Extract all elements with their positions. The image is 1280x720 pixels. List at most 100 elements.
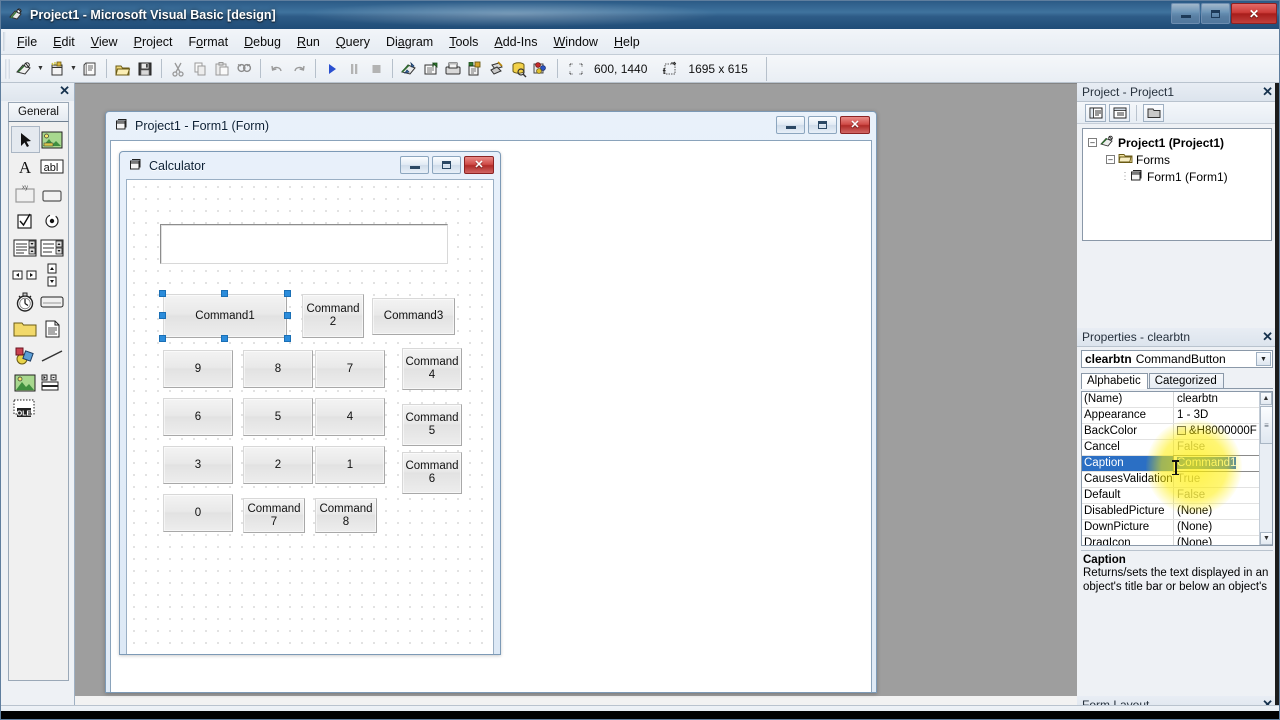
command-button[interactable]: 3 bbox=[163, 446, 233, 484]
properties-scrollbar[interactable]: ▲ ≡ ▼ bbox=[1259, 392, 1272, 545]
tree-node-form1[interactable]: ⋮ Form1 (Form1) bbox=[1086, 168, 1268, 185]
command-button[interactable]: 1 bbox=[315, 446, 385, 484]
project-explorer-icon[interactable] bbox=[398, 58, 420, 80]
open-project-icon[interactable] bbox=[112, 58, 134, 80]
menu-file[interactable]: File bbox=[9, 32, 45, 52]
timer-icon[interactable] bbox=[12, 289, 39, 314]
command-button[interactable]: 2 bbox=[243, 446, 313, 484]
menu-debug[interactable]: Debug bbox=[236, 32, 289, 52]
property-value[interactable]: True bbox=[1174, 472, 1259, 487]
menu-view[interactable]: View bbox=[83, 32, 126, 52]
designer-minimize-button[interactable] bbox=[776, 116, 805, 134]
designer-maximize-button[interactable] bbox=[808, 116, 837, 134]
selection-handle[interactable] bbox=[159, 312, 166, 319]
property-row[interactable]: DragIcon (None) bbox=[1082, 536, 1259, 545]
optionbutton-icon[interactable] bbox=[39, 208, 66, 233]
tab-categorized[interactable]: Categorized bbox=[1148, 373, 1224, 388]
command-button[interactable]: Command 6 bbox=[402, 452, 462, 494]
redo-icon[interactable] bbox=[288, 58, 310, 80]
properties-grid[interactable]: (Name) clearbtn Appearance 1 - 3D BackColor &… bbox=[1081, 391, 1273, 546]
close-icon[interactable]: ✕ bbox=[1262, 329, 1273, 344]
end-icon[interactable] bbox=[365, 58, 387, 80]
menu-project[interactable]: Project bbox=[126, 32, 181, 52]
add-form-dropdown-icon[interactable]: ▼ bbox=[68, 65, 79, 72]
property-row[interactable]: DownPicture (None) bbox=[1082, 520, 1259, 536]
command-button[interactable]: Command 2 bbox=[302, 294, 364, 338]
caret-up-icon[interactable]: ▲ bbox=[1260, 392, 1272, 405]
property-row[interactable]: BackColor &H8000000F bbox=[1082, 424, 1259, 440]
property-row[interactable]: Default False bbox=[1082, 488, 1259, 504]
close-icon[interactable]: ✕ bbox=[1262, 84, 1273, 99]
start-icon[interactable] bbox=[321, 58, 343, 80]
copy-icon[interactable] bbox=[189, 58, 211, 80]
selection-handle[interactable] bbox=[221, 290, 228, 297]
selection-handle[interactable] bbox=[159, 290, 166, 297]
commandbutton-icon[interactable] bbox=[39, 181, 66, 206]
vscrollbar-icon[interactable] bbox=[39, 262, 66, 287]
calculator-maximize-button[interactable] bbox=[432, 156, 461, 174]
property-value[interactable]: False bbox=[1174, 440, 1259, 455]
combobox-icon[interactable] bbox=[12, 235, 39, 260]
menu-format[interactable]: Format bbox=[181, 32, 237, 52]
tree-node-project[interactable]: – Project1 (Project1) bbox=[1086, 134, 1268, 151]
selection-handle[interactable] bbox=[284, 335, 291, 342]
caret-down-icon[interactable]: ▼ bbox=[1260, 532, 1272, 545]
command-button[interactable]: 5 bbox=[243, 398, 313, 436]
property-row[interactable]: Appearance 1 - 3D bbox=[1082, 408, 1259, 424]
cut-icon[interactable] bbox=[167, 58, 189, 80]
calculator-form-window[interactable]: Calculator ✕ Command1 Command 2 Command3 9 8… bbox=[119, 151, 501, 655]
command-button[interactable]: Command3 bbox=[372, 298, 455, 335]
add-project-dropdown-icon[interactable]: ▼ bbox=[35, 65, 46, 72]
property-value[interactable]: &H8000000F bbox=[1174, 424, 1259, 439]
property-row[interactable]: Caption Command1 bbox=[1082, 455, 1260, 472]
menu-edit[interactable]: Edit bbox=[45, 32, 83, 52]
filelistbox-icon[interactable] bbox=[39, 316, 66, 341]
project-tree[interactable]: – Project1 (Project1) – Forms ⋮ Form1 (F… bbox=[1082, 128, 1272, 241]
command-button[interactable]: Command 5 bbox=[402, 404, 462, 446]
command-button[interactable]: Command 4 bbox=[402, 348, 462, 390]
menu-tools[interactable]: Tools bbox=[441, 32, 486, 52]
line-icon[interactable] bbox=[39, 343, 66, 368]
image-icon[interactable] bbox=[12, 370, 39, 395]
menu-diagram[interactable]: Diagram bbox=[378, 32, 441, 52]
command-button[interactable]: 6 bbox=[163, 398, 233, 436]
object-selector-combo[interactable]: clearbtn CommandButton ▼ bbox=[1081, 350, 1273, 368]
find-icon[interactable] bbox=[233, 58, 255, 80]
toolbox-tab-general[interactable]: General bbox=[8, 102, 69, 121]
property-value[interactable]: (None) bbox=[1174, 504, 1259, 519]
property-row[interactable]: (Name) clearbtn bbox=[1082, 392, 1259, 408]
display-textbox[interactable] bbox=[160, 224, 448, 264]
save-project-icon[interactable] bbox=[134, 58, 156, 80]
property-value[interactable]: (None) bbox=[1174, 520, 1259, 535]
shape-icon[interactable] bbox=[12, 343, 39, 368]
command-button[interactable]: Command1 bbox=[163, 294, 287, 338]
menu-run[interactable]: Run bbox=[289, 32, 328, 52]
component-manager-icon[interactable] bbox=[530, 58, 552, 80]
selection-handle[interactable] bbox=[284, 312, 291, 319]
chevron-down-icon[interactable]: ▼ bbox=[1256, 352, 1271, 366]
listbox-icon[interactable] bbox=[39, 235, 66, 260]
break-icon[interactable] bbox=[343, 58, 365, 80]
property-row[interactable]: CausesValidation True bbox=[1082, 472, 1259, 488]
pointer-icon[interactable] bbox=[11, 126, 40, 153]
expander-icon[interactable]: – bbox=[1106, 155, 1115, 164]
tree-node-forms[interactable]: – Forms bbox=[1086, 151, 1268, 168]
command-button[interactable]: Command 7 bbox=[243, 498, 305, 533]
command-button[interactable]: 4 bbox=[315, 398, 385, 436]
window-minimize-button[interactable] bbox=[1171, 3, 1200, 24]
command-button[interactable]: 0 bbox=[163, 494, 233, 532]
add-form-icon[interactable] bbox=[46, 58, 68, 80]
menu-window[interactable]: Window bbox=[545, 32, 605, 52]
window-maximize-button[interactable] bbox=[1201, 3, 1230, 24]
data-view-icon[interactable] bbox=[508, 58, 530, 80]
menu-editor-icon[interactable] bbox=[79, 58, 101, 80]
command-button[interactable]: 8 bbox=[243, 350, 313, 388]
property-value[interactable]: Command1 bbox=[1173, 455, 1260, 472]
toolbox-icon[interactable] bbox=[486, 58, 508, 80]
picturebox-icon[interactable] bbox=[39, 127, 66, 152]
calculator-close-button[interactable]: ✕ bbox=[464, 156, 494, 174]
calculator-minimize-button[interactable] bbox=[400, 156, 429, 174]
property-value[interactable]: clearbtn bbox=[1174, 392, 1259, 407]
add-project-icon[interactable] bbox=[13, 58, 35, 80]
view-object-icon[interactable] bbox=[1109, 103, 1130, 122]
